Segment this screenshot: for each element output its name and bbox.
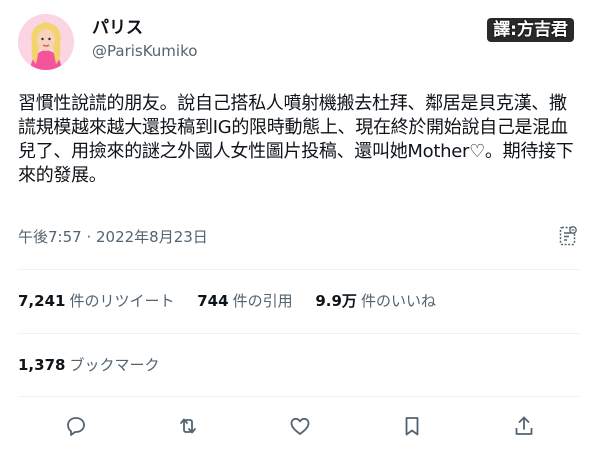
tweet-header: パリス @ParisKumiko 譯:方吉君 [18, 14, 580, 70]
bookmarks-count: 1,378 [18, 356, 66, 374]
divider [18, 333, 580, 334]
tweet-text: 習慣性說謊的朋友。說自己搭私人噴射機搬去杜拜、鄰居是貝克漢、撒謊規模越來越大還投… [18, 93, 574, 186]
reply-icon[interactable] [64, 414, 88, 438]
retweets-label: 件のリツイート [69, 292, 175, 310]
avatar[interactable] [18, 14, 74, 70]
divider [18, 269, 580, 270]
author-display-name[interactable]: パリス [92, 17, 197, 39]
likes-count: 9.9万 [315, 292, 357, 310]
bookmarks-label: ブックマーク [69, 356, 160, 374]
retweets-stat[interactable]: 7,241 件のリツイート [18, 290, 174, 312]
retweets-count: 7,241 [18, 292, 66, 310]
likes-stat[interactable]: 9.9万 件のいいね [315, 290, 436, 312]
translator-watermark: 譯:方吉君 [487, 18, 574, 42]
likes-label: 件のいいね [360, 292, 436, 310]
author-names: パリス @ParisKumiko [92, 17, 197, 62]
retweet-icon[interactable] [176, 414, 200, 438]
bookmark-icon[interactable] [400, 414, 424, 438]
author-handle[interactable]: @ParisKumiko [92, 40, 197, 62]
divider [18, 396, 580, 397]
bookmarks-stat[interactable]: 1,378 ブックマーク [18, 354, 159, 376]
engagement-stats: 7,241 件のリツイート 744 件の引用 9.9万 件のいいね [18, 290, 454, 312]
quotes-count: 744 [197, 292, 229, 310]
quotes-label: 件の引用 [232, 292, 293, 310]
heart-icon[interactable] [288, 414, 312, 438]
analytics-icon[interactable] [556, 224, 580, 248]
tweet-actions [18, 408, 580, 444]
share-icon[interactable] [512, 414, 536, 438]
tweet-timestamp[interactable]: 午後7:57 · 2022年8月23日 [18, 226, 208, 248]
quotes-stat[interactable]: 744 件の引用 [197, 290, 292, 312]
avatar-image [18, 14, 74, 70]
